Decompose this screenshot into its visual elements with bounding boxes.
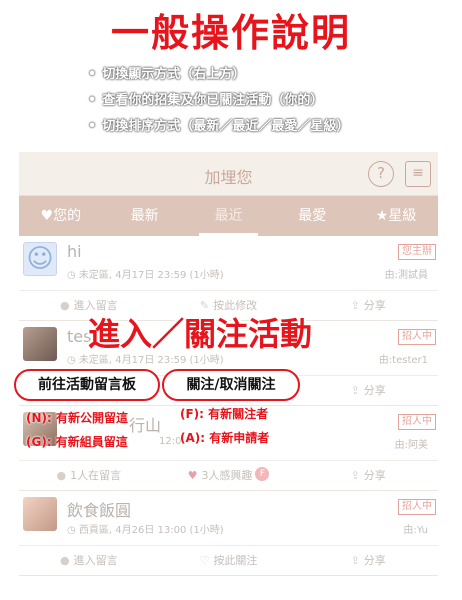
action-label: 3人感興趣 bbox=[201, 469, 253, 482]
status-badge: 招人中 bbox=[398, 414, 436, 430]
activity-meta-text: 未定區, 4月17日 23:59 (1小時) bbox=[78, 270, 224, 281]
chat-icon: ● bbox=[60, 554, 70, 567]
share-button[interactable]: ⇪ 分享 bbox=[298, 376, 438, 405]
activity-header[interactable]: 飲食飯圓 ◷ 西貢區, 4月26日 13:00 (1小時) 由:Yu 招人中 bbox=[19, 491, 438, 545]
activity-name: hi bbox=[67, 242, 82, 261]
legend-forum: (N): 有新公開留這 (G): 有新組員留這 bbox=[26, 406, 128, 454]
share-button[interactable]: ⇪ 分享 bbox=[298, 546, 438, 575]
list-item[interactable]: 飲食飯圓 ◷ 西貢區, 4月26日 13:00 (1小時) 由:Yu 招人中 ●… bbox=[19, 491, 438, 576]
legend-follow: (F): 有新關注者 (A): 有新申請者 bbox=[180, 402, 269, 450]
status-badge: 招人中 bbox=[398, 499, 436, 515]
instruction-text: 查看你的招集及你已關注活動（你的） bbox=[102, 93, 324, 108]
heart-icon: ♥ bbox=[187, 469, 198, 482]
activity-name: 飲食飯圓 bbox=[67, 501, 132, 520]
action-label: 1人在留言 bbox=[70, 469, 122, 482]
share-icon: ⇪ bbox=[350, 299, 360, 312]
section-title: 進入／關注活動 bbox=[88, 315, 313, 353]
activity-meta: ◷ 西貢區, 4月26日 13:00 (1小時) bbox=[67, 521, 224, 536]
activity-meta: 12:0 bbox=[159, 436, 182, 447]
follow-callout: 關注/取消關注 bbox=[162, 369, 300, 401]
clock-icon: ◷ bbox=[67, 525, 79, 536]
status-badge: 招人中 bbox=[398, 329, 436, 345]
action-label: 分享 bbox=[363, 554, 386, 567]
instruction-list: • 切換顯示方式（右上方） • 查看你的招集及你已關注活動（你的） • 切換排序方式（… bbox=[88, 62, 349, 140]
enter-forum-button[interactable]: ● 進入留言 bbox=[19, 546, 159, 575]
tab-rating[interactable]: ★星級 bbox=[354, 196, 438, 236]
instruction-text: 切換排序方式（最新／最近／最愛／星級） bbox=[102, 119, 350, 134]
bullet-icon: • bbox=[88, 67, 97, 82]
avatar bbox=[23, 242, 57, 276]
activity-meta: ◷ 未定區, 4月17日 23:59 (1小時) bbox=[67, 266, 224, 281]
avatar bbox=[23, 497, 57, 531]
share-button[interactable]: ⇪ 分享 bbox=[298, 291, 438, 320]
activity-header[interactable]: hi ◷ 未定區, 4月17日 23:59 (1小時) 由:測試員 您主辦 bbox=[19, 236, 438, 290]
tab-favourite[interactable]: 最愛 bbox=[270, 196, 354, 236]
share-icon: ⇪ bbox=[350, 554, 360, 567]
activity-host: 由:阿美 bbox=[394, 440, 428, 451]
heart-outline-icon: ♡ bbox=[199, 554, 210, 567]
follow-button[interactable]: ♡ 按此關注 bbox=[159, 546, 299, 575]
legend-item: (N): 有新公開留這 bbox=[26, 411, 128, 425]
activity-host: 由:Yu bbox=[403, 525, 428, 536]
activity-meta-text: 西貢區, 4月26日 13:00 (1小時) bbox=[78, 525, 224, 536]
clock-icon: ◷ bbox=[67, 270, 79, 281]
notification-badge: F bbox=[255, 467, 270, 481]
action-label: 按此關注 bbox=[213, 554, 258, 567]
tab-yours[interactable]: ♥您的 bbox=[19, 196, 103, 236]
action-label: 進入留言 bbox=[73, 554, 118, 567]
avatar bbox=[23, 327, 57, 361]
tab-newest[interactable]: 最新 bbox=[103, 196, 187, 236]
action-label: 分享 bbox=[363, 299, 386, 312]
bullet-icon: • bbox=[88, 119, 97, 134]
action-label: 分享 bbox=[363, 384, 386, 397]
activity-actions: ● 進入留言 ♡ 按此關注 ⇪ 分享 bbox=[19, 545, 438, 575]
instruction-item: • 切換排序方式（最新／最近／最愛／星級） bbox=[88, 114, 349, 140]
tab-recent[interactable]: 最近 bbox=[187, 196, 271, 236]
forum-callout: 前往活動留言板 bbox=[14, 369, 160, 401]
sort-tabs: ♥您的 最新 最近 最愛 ★星級 bbox=[19, 196, 438, 236]
activity-host: 由:測試員 bbox=[384, 270, 428, 281]
page-title: 一般操作說明 bbox=[110, 11, 351, 55]
app-topbar: 加埋您 ? ≡ bbox=[19, 152, 438, 196]
action-label: 分享 bbox=[363, 469, 386, 482]
interested-button[interactable]: ♥ 3人感興趣 F bbox=[159, 461, 299, 490]
view-toggle-button[interactable]: ≡ bbox=[405, 161, 431, 187]
activity-host: 由:tester1 bbox=[378, 355, 428, 366]
help-button[interactable]: ? bbox=[368, 161, 394, 187]
clock-icon: ◷ bbox=[67, 355, 79, 366]
enter-forum-button[interactable]: ● 1人在留言 bbox=[19, 461, 159, 490]
legend-item: (A): 有新申請者 bbox=[180, 431, 270, 445]
chat-icon: ● bbox=[56, 469, 67, 482]
share-button[interactable]: ⇪ 分享 bbox=[298, 461, 438, 490]
activity-name: 行山 bbox=[129, 416, 162, 435]
activity-actions: ● 1人在留言 ♥ 3人感興趣 F ⇪ 分享 bbox=[19, 460, 438, 490]
share-icon: ⇪ bbox=[350, 384, 360, 397]
instruction-text: 切換顯示方式（右上方） bbox=[102, 67, 246, 82]
legend-item: (F): 有新關注者 bbox=[180, 407, 269, 421]
share-icon: ⇪ bbox=[350, 469, 360, 482]
status-badge: 您主辦 bbox=[398, 244, 436, 260]
activity-meta-text: 未定區, 4月17日 23:59 (1小時) bbox=[78, 355, 224, 366]
bullet-icon: • bbox=[88, 93, 97, 108]
instruction-item: • 查看你的招集及你已關注活動（你的） bbox=[88, 88, 349, 114]
instruction-item: • 切換顯示方式（右上方） bbox=[88, 62, 349, 88]
chat-icon: ● bbox=[60, 299, 70, 312]
legend-item: (G): 有新組員留這 bbox=[26, 435, 128, 449]
